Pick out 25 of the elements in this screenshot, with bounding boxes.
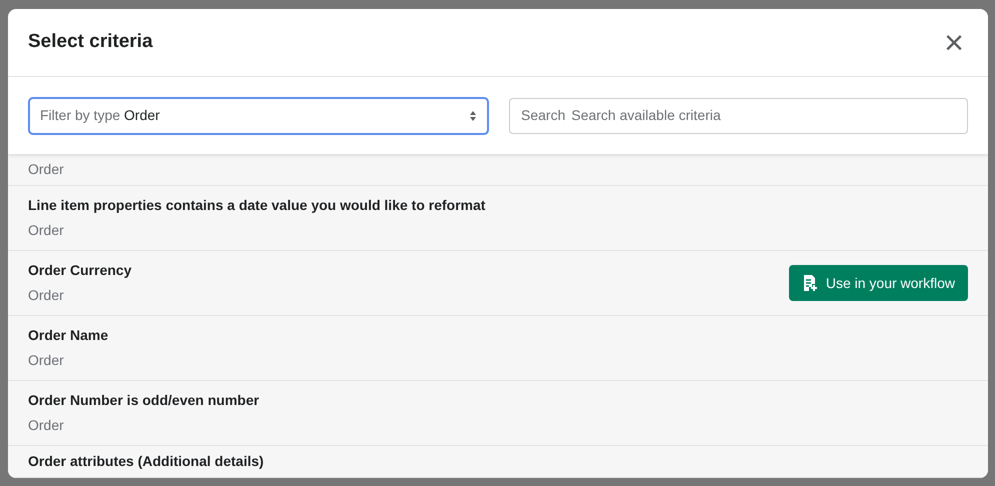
criteria-title: Order attributes (Additional details) bbox=[28, 452, 264, 471]
criteria-title: Order Number is odd/even number bbox=[28, 391, 260, 410]
criteria-type: Order bbox=[28, 351, 65, 370]
document-plus-icon bbox=[802, 274, 820, 292]
criteria-row[interactable]: Order bbox=[8, 154, 988, 186]
search-input[interactable]: Search available criteria bbox=[571, 105, 956, 126]
criteria-type: Order bbox=[28, 286, 65, 305]
criteria-row[interactable]: Order Currency Order Use in your workflow bbox=[8, 251, 988, 316]
criteria-row[interactable]: Order attributes (Additional details) bbox=[8, 446, 988, 478]
sort-arrows-icon bbox=[469, 110, 477, 122]
use-in-workflow-button[interactable]: Use in your workflow bbox=[788, 265, 968, 301]
criteria-title: Line item properties contains a date value you would like to reformat bbox=[28, 196, 486, 215]
criteria-title: Order Name bbox=[28, 326, 108, 345]
criteria-row[interactable]: Order Number is odd/even number Order bbox=[8, 381, 988, 446]
search-field[interactable]: Search Search available criteria bbox=[509, 98, 968, 134]
criteria-row[interactable]: Line item properties contains a date value you would like to reformat Order bbox=[8, 186, 988, 251]
filter-select[interactable]: Filter by type Order bbox=[28, 96, 489, 134]
dialog-title: Select criteria bbox=[28, 30, 153, 54]
search-label: Search bbox=[521, 106, 566, 125]
criteria-title: Order Currency bbox=[28, 261, 132, 280]
criteria-type: Order bbox=[28, 160, 64, 179]
criteria-type: Order bbox=[28, 221, 65, 240]
close-button[interactable]: × bbox=[940, 26, 968, 60]
criteria-row[interactable]: Order Name Order bbox=[8, 316, 988, 381]
criteria-type: Order bbox=[28, 416, 65, 435]
